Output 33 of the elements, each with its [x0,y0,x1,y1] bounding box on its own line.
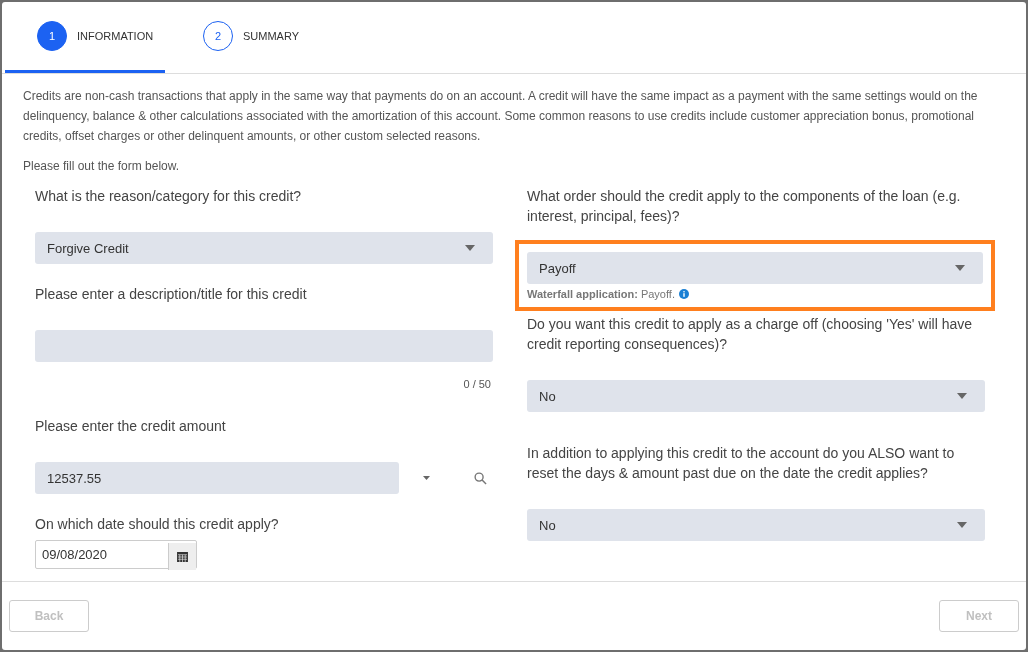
caret-icon [957,522,967,528]
step-number: 2 [203,21,233,51]
amount-field[interactable]: 12537.55 [35,462,399,494]
caret-icon [423,475,430,481]
step-tab[interactable]: 2 SUMMARY [165,2,325,73]
select-field[interactable]: No [527,380,985,412]
calendar-icon [177,551,188,562]
character-counter: 0 / 50 [463,377,491,392]
hint-text: Waterfall application: Payoff. [527,287,675,301]
info-icon[interactable] [678,289,689,299]
step-label: INFORMATION [77,30,154,42]
step-tab[interactable]: 1 INFORMATION [5,2,165,73]
input-field[interactable] [35,330,493,362]
field-label: Do you want this credit to apply as a charge off (choosing 'Yes' will have credit reporting consequences)? [527,315,974,354]
calendar-button[interactable] [168,543,196,570]
instruction-text: Please fill out the form below. [23,158,181,175]
select-field[interactable]: Forgive Credit [35,232,493,264]
intro-paragraph: Credits are non-cash transactions that apply in the same way that payments do on an account. A credit will have the same impact as a payment with the same settings would on the delinquency, balance & other calculations associated with the amortization of this account. Some common reasons to use credits include customer appreciation bonus, promotional credits, offset charges or other delinquent amounts, or other custom selected reasons. [23,88,979,145]
date-field[interactable]: 09/08/2020 [35,540,197,569]
field-label: What order should the credit apply to the components of the loan (e.g. interest, principal, fees)? [527,187,962,226]
select-field[interactable]: Payoff [527,252,983,284]
field-label: What is the reason/category for this credit? [35,187,303,206]
step-label: SUMMARY [243,30,300,42]
field-label: Please enter the credit amount [35,417,227,436]
search-icon[interactable] [474,471,487,485]
field-label: On which date should this credit apply? [35,515,280,534]
select-field[interactable]: No [527,509,985,541]
caret-icon [957,393,967,399]
step-number: 1 [37,21,67,51]
caret-icon [465,245,475,251]
field-label: In addition to applying this credit to the account do you ALSO want to reset the days & amount past due on the date the credit applies? [527,444,956,483]
caret-icon [955,265,965,271]
field-label: Please enter a description/title for this credit [35,285,308,304]
